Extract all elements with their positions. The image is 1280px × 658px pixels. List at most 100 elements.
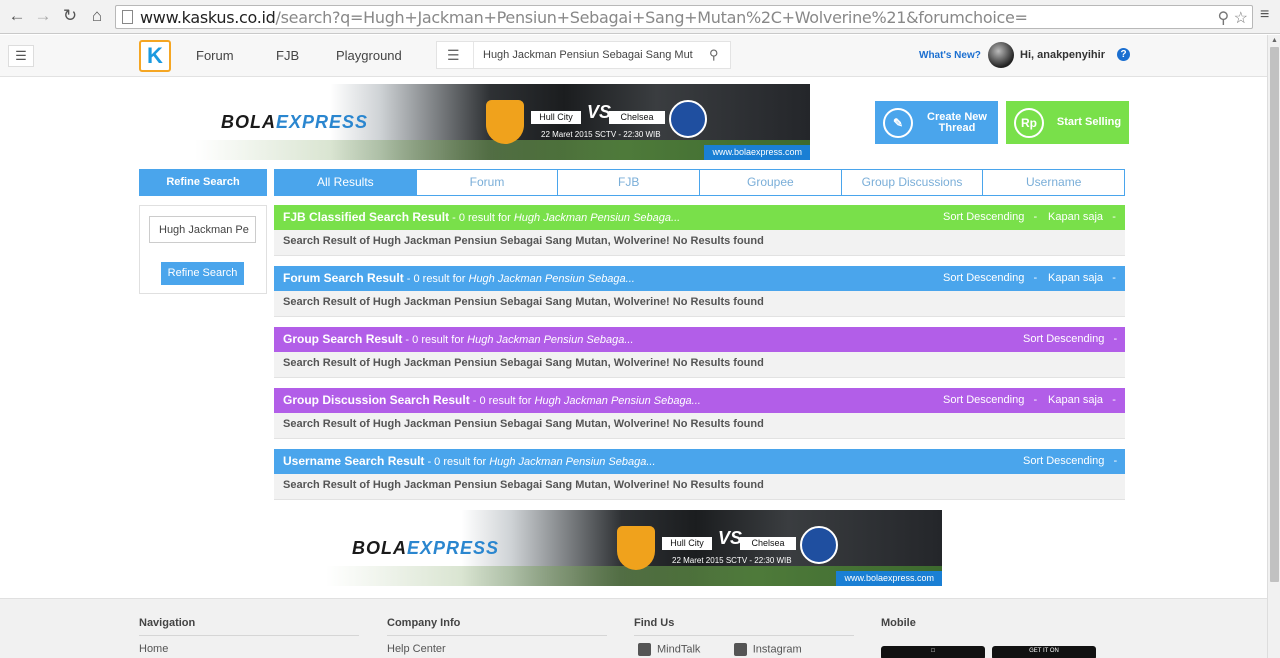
sort-dropdown[interactable]: Sort Descending - — [943, 266, 1037, 291]
section-header: Group Search Result - 0 result for Hugh … — [274, 327, 1125, 352]
hull-city-crest-icon — [486, 100, 524, 144]
result-tabs: All Results Forum FJB Groupee Group Disc… — [274, 169, 1125, 196]
footer-findus: Find Us MindTalk Instagram — [634, 617, 854, 656]
google-play-badge[interactable]: GET IT ON — [992, 646, 1096, 658]
sort-dropdown[interactable]: Sort Descending - — [943, 388, 1037, 413]
page-scrollbar[interactable]: ▲ — [1267, 35, 1280, 658]
section-title: FJB Classified Search Result — [283, 210, 450, 224]
site-footer: Navigation Home Company Info Help Center… — [0, 598, 1267, 658]
pencil-icon: ✎ — [883, 108, 913, 138]
banner-vs: VS — [718, 528, 743, 548]
section-query: Hugh Jackman Pensiun Sebaga... — [513, 212, 681, 224]
site-header: ☰ K Forum FJB Playground ☰ ⚲ What's New?… — [0, 35, 1267, 77]
time-dropdown[interactable]: Kapan saja - — [1048, 205, 1116, 230]
refine-search-button[interactable]: Refine Search — [161, 262, 244, 285]
time-dropdown[interactable]: Kapan saja - — [1048, 388, 1116, 413]
section-header: Username Search Result - 0 result for Hu… — [274, 449, 1125, 474]
banner-team-away: Chelsea — [609, 111, 665, 124]
whats-new-link[interactable]: What's New? — [919, 50, 981, 61]
search-input[interactable] — [473, 42, 693, 68]
section-body: Search Result of Hugh Jackman Pensiun Se… — [274, 291, 1125, 317]
footer-mobile: Mobile — [881, 617, 1101, 635]
footer-help-link[interactable]: Help Center — [387, 643, 446, 655]
banner-vs: VS — [587, 102, 612, 122]
nav-fjb[interactable]: FJB — [276, 48, 299, 63]
mindtalk-link[interactable]: MindTalk — [638, 643, 700, 656]
section-header: FJB Classified Search Result - 0 result … — [274, 205, 1125, 230]
browser-menu-icon[interactable]: ≡ — [1260, 6, 1269, 24]
sort-dropdown[interactable]: Sort Descending - — [1023, 327, 1117, 352]
scroll-up-icon[interactable]: ▲ — [1271, 37, 1278, 44]
banner-team-home: Hull City — [531, 111, 581, 124]
header-search: ☰ ⚲ — [436, 41, 731, 69]
kaskus-logo[interactable]: K — [139, 40, 171, 72]
section-header: Group Discussion Search Result - 0 resul… — [274, 388, 1125, 413]
create-thread-button[interactable]: ✎ Create New Thread — [875, 101, 998, 144]
bottom-ad-banner[interactable]: BOLAEXPRESS Hull City VS Chelsea 22 Mare… — [326, 510, 942, 586]
zoom-icon[interactable]: ⚲ — [1217, 10, 1229, 27]
instagram-icon — [733, 643, 747, 656]
section-title: Group Search Result — [283, 332, 403, 346]
tab-username[interactable]: Username — [982, 170, 1125, 195]
tab-fjb[interactable]: FJB — [557, 170, 700, 195]
nav-playground[interactable]: Playground — [336, 48, 402, 63]
banner-team-home: Hull City — [662, 537, 712, 550]
start-selling-button[interactable]: Rp Start Selling — [1006, 101, 1129, 144]
section-query: Hugh Jackman Pensiun Sebaga... — [467, 334, 634, 346]
tab-forum[interactable]: Forum — [415, 170, 558, 195]
avatar[interactable] — [988, 42, 1014, 68]
section-body: Search Result of Hugh Jackman Pensiun Se… — [274, 474, 1125, 500]
search-category-icon[interactable]: ☰ — [447, 47, 460, 64]
section-body: Search Result of Hugh Jackman Pensiun Se… — [274, 413, 1125, 439]
tab-groupee[interactable]: Groupee — [699, 170, 841, 195]
url-text[interactable]: www.kaskus.co.id/search?q=Hugh+Jackman+P… — [140, 8, 1028, 27]
footer-findus-title: Find Us — [634, 617, 854, 636]
chelsea-crest-icon — [669, 100, 707, 138]
banner-team-away: Chelsea — [740, 537, 796, 550]
banner-site: www.bolaexpress.com — [704, 145, 810, 160]
sort-dropdown[interactable]: Sort Descending - — [1023, 449, 1117, 474]
banner-date: 22 Maret 2015 SCTV - 22:30 WIB — [541, 130, 661, 139]
home-icon[interactable]: ⌂ — [87, 6, 107, 26]
nav-forum[interactable]: Forum — [196, 48, 234, 63]
banner-brand: BOLAEXPRESS — [221, 112, 369, 132]
tab-group-discussions[interactable]: Group Discussions — [840, 170, 983, 195]
help-icon[interactable]: ? — [1117, 48, 1130, 61]
forward-icon[interactable]: → — [33, 6, 53, 26]
bookmark-star-icon[interactable]: ☆ — [1234, 10, 1248, 27]
app-store-badge[interactable]: □ — [881, 646, 985, 658]
top-ad-banner[interactable]: BOLAEXPRESS Hull City VS Chelsea 22 Mare… — [195, 84, 810, 160]
forum-result-section: Forum Search Result - 0 result for Hugh … — [274, 266, 1125, 317]
sort-dropdown[interactable]: Sort Descending - — [943, 205, 1037, 230]
scrollbar-thumb[interactable] — [1270, 47, 1279, 582]
address-bar[interactable]: www.kaskus.co.id/search?q=Hugh+Jackman+P… — [115, 5, 1253, 29]
banner-date: 22 Maret 2015 SCTV - 22:30 WIB — [672, 556, 792, 565]
refine-search-input[interactable] — [149, 216, 256, 243]
username-result-section: Username Search Result - 0 result for Hu… — [274, 449, 1125, 500]
section-query: Hugh Jackman Pensiun Sebaga... — [468, 273, 635, 285]
hull-city-crest-icon — [617, 526, 655, 570]
user-greeting[interactable]: Hi, anakpenyihir — [1020, 49, 1105, 61]
reload-icon[interactable]: ↻ — [60, 6, 80, 26]
tab-all-results[interactable]: All Results — [275, 170, 416, 195]
back-icon[interactable]: ← — [7, 6, 27, 26]
footer-navigation: Navigation Home — [139, 617, 359, 655]
section-title: Group Discussion Search Result — [283, 393, 470, 407]
section-query: Hugh Jackman Pensiun Sebaga... — [534, 395, 701, 407]
side-menu-button[interactable]: ☰ — [8, 45, 34, 67]
footer-mobile-title: Mobile — [881, 617, 916, 629]
instagram-link[interactable]: Instagram — [733, 643, 802, 656]
footer-home-link[interactable]: Home — [139, 643, 168, 655]
footer-company: Company Info Help Center — [387, 617, 607, 655]
time-dropdown[interactable]: Kapan saja - — [1048, 266, 1116, 291]
footer-navigation-title: Navigation — [139, 617, 359, 636]
address-bar-icons: ⚲ ☆ — [1217, 8, 1248, 28]
search-icon[interactable]: ⚲ — [709, 47, 719, 63]
chelsea-crest-icon — [800, 526, 838, 564]
section-meta: - 0 result for — [403, 273, 469, 285]
section-title: Forum Search Result — [283, 271, 404, 285]
group-discussion-result-section: Group Discussion Search Result - 0 resul… — [274, 388, 1125, 439]
refine-search-panel: Refine Search — [139, 205, 267, 294]
page-icon — [122, 10, 133, 24]
section-meta: - 0 result for — [424, 456, 490, 468]
